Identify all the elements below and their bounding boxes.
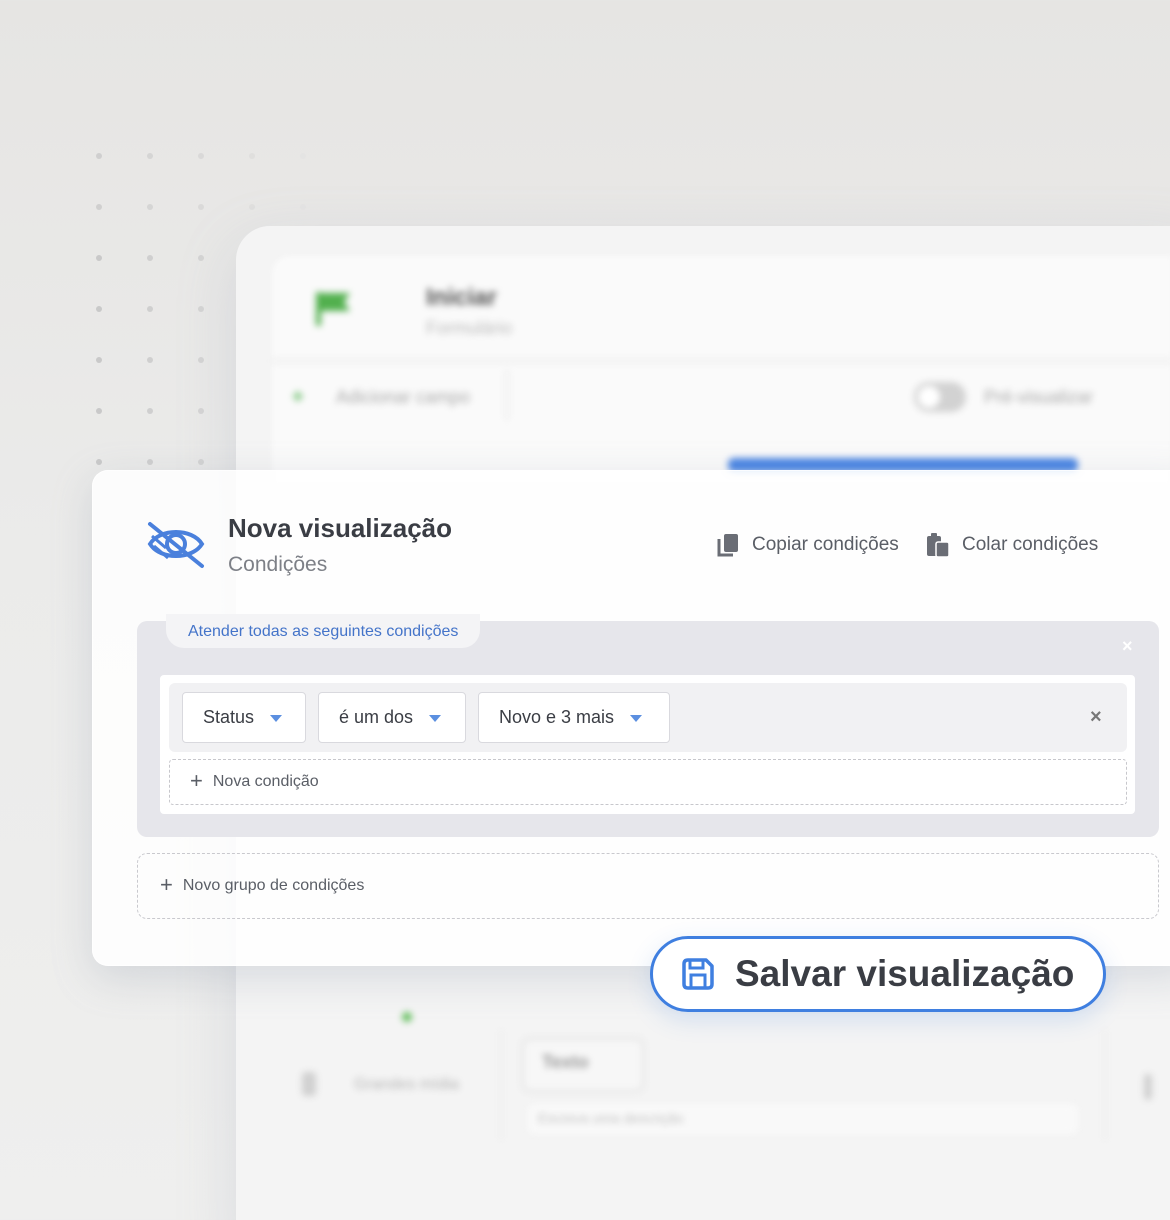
background-divider-vertical bbox=[506, 370, 508, 420]
paste-conditions-button[interactable]: Colar condições bbox=[926, 532, 1098, 558]
field-select-value: Status bbox=[203, 707, 255, 727]
close-icon[interactable]: × bbox=[1122, 636, 1133, 657]
background-title: Iniciar bbox=[426, 284, 497, 311]
value-select[interactable]: Novo e 3 mais bbox=[478, 692, 670, 743]
copy-icon bbox=[717, 534, 738, 557]
decorative-dot bbox=[198, 306, 204, 312]
decorative-dot bbox=[96, 204, 102, 210]
background-hidden-field-label: Grandes mídia bbox=[354, 1076, 459, 1093]
copy-conditions-button[interactable]: Copiar condições bbox=[716, 532, 899, 558]
decorative-dot bbox=[96, 459, 102, 465]
paste-icon bbox=[927, 533, 950, 558]
decorative-dot bbox=[147, 306, 153, 312]
background-column-divider bbox=[1104, 1030, 1106, 1140]
decorative-dot bbox=[300, 153, 306, 159]
operator-select[interactable]: é um dos bbox=[318, 692, 466, 743]
decorative-dot bbox=[300, 204, 306, 210]
flag-icon bbox=[316, 292, 350, 326]
decorative-dot bbox=[198, 459, 204, 465]
operator-select-value: é um dos bbox=[339, 707, 414, 727]
decorative-dot bbox=[198, 255, 204, 261]
decorative-dot bbox=[96, 357, 102, 363]
chevron-down-icon bbox=[429, 715, 442, 722]
decorative-dot bbox=[198, 408, 204, 414]
decorative-dot bbox=[96, 408, 102, 414]
dialog-title: Nova visualização bbox=[228, 513, 452, 543]
decorative-dot bbox=[198, 357, 204, 363]
plus-icon: + bbox=[190, 767, 203, 793]
decorative-dot bbox=[147, 459, 153, 465]
decorative-dot bbox=[147, 153, 153, 159]
save-icon bbox=[682, 958, 714, 990]
background-field-description: Escreva uma descrição bbox=[538, 1110, 684, 1126]
save-view-label: Salvar visualização bbox=[735, 953, 1075, 994]
background-column-divider bbox=[500, 1030, 502, 1140]
decorative-dot bbox=[147, 255, 153, 261]
new-condition-group-label: Novo grupo de condições bbox=[182, 877, 365, 894]
background-divider bbox=[272, 360, 1170, 362]
decorative-dot bbox=[96, 255, 102, 261]
copy-conditions-label: Copiar condições bbox=[752, 534, 899, 555]
new-condition-group-button[interactable]: + Novo grupo de condições bbox=[137, 853, 1159, 919]
decorative-dot bbox=[198, 204, 204, 210]
decorative-dot bbox=[147, 408, 153, 414]
decorative-dot bbox=[249, 153, 255, 159]
remove-condition-icon[interactable]: × bbox=[1090, 706, 1102, 729]
save-view-button[interactable]: Salvar visualização bbox=[650, 936, 1106, 1012]
decorative-dot bbox=[198, 153, 204, 159]
decorative-dot bbox=[96, 153, 102, 159]
background-status-dot bbox=[402, 1012, 412, 1022]
drag-handle-icon bbox=[302, 1072, 316, 1096]
chevron-down-icon bbox=[270, 715, 283, 722]
chevron-down-icon bbox=[630, 715, 643, 722]
field-select[interactable]: Status bbox=[182, 692, 306, 743]
value-select-value: Novo e 3 mais bbox=[499, 707, 615, 727]
decorative-dot bbox=[249, 204, 255, 210]
decorative-dot bbox=[147, 357, 153, 363]
background-preview-toggle bbox=[914, 382, 966, 412]
background-header-panel bbox=[272, 256, 1170, 486]
plus-icon: + bbox=[160, 871, 173, 897]
background-subtitle: Formulário bbox=[426, 318, 513, 338]
background-field-label: Texto bbox=[542, 1052, 589, 1072]
background-add-field-label: Adicionar campo bbox=[336, 387, 471, 407]
plus-icon: + bbox=[292, 386, 304, 408]
group-match-mode-tab[interactable]: Atender todas as seguintes condições bbox=[166, 614, 481, 648]
decorative-dot bbox=[147, 204, 153, 210]
background-preview-label: Pré-visualizar bbox=[984, 387, 1094, 407]
new-condition-button[interactable]: + Nova condição bbox=[169, 759, 1127, 805]
dialog-subtitle: Condições bbox=[228, 553, 328, 576]
new-condition-label: Nova condição bbox=[212, 773, 319, 790]
paste-conditions-label: Colar condições bbox=[962, 534, 1099, 555]
hidden-eye-icon bbox=[147, 522, 205, 568]
more-options-icon bbox=[1144, 1074, 1152, 1100]
decorative-dot bbox=[96, 306, 102, 312]
